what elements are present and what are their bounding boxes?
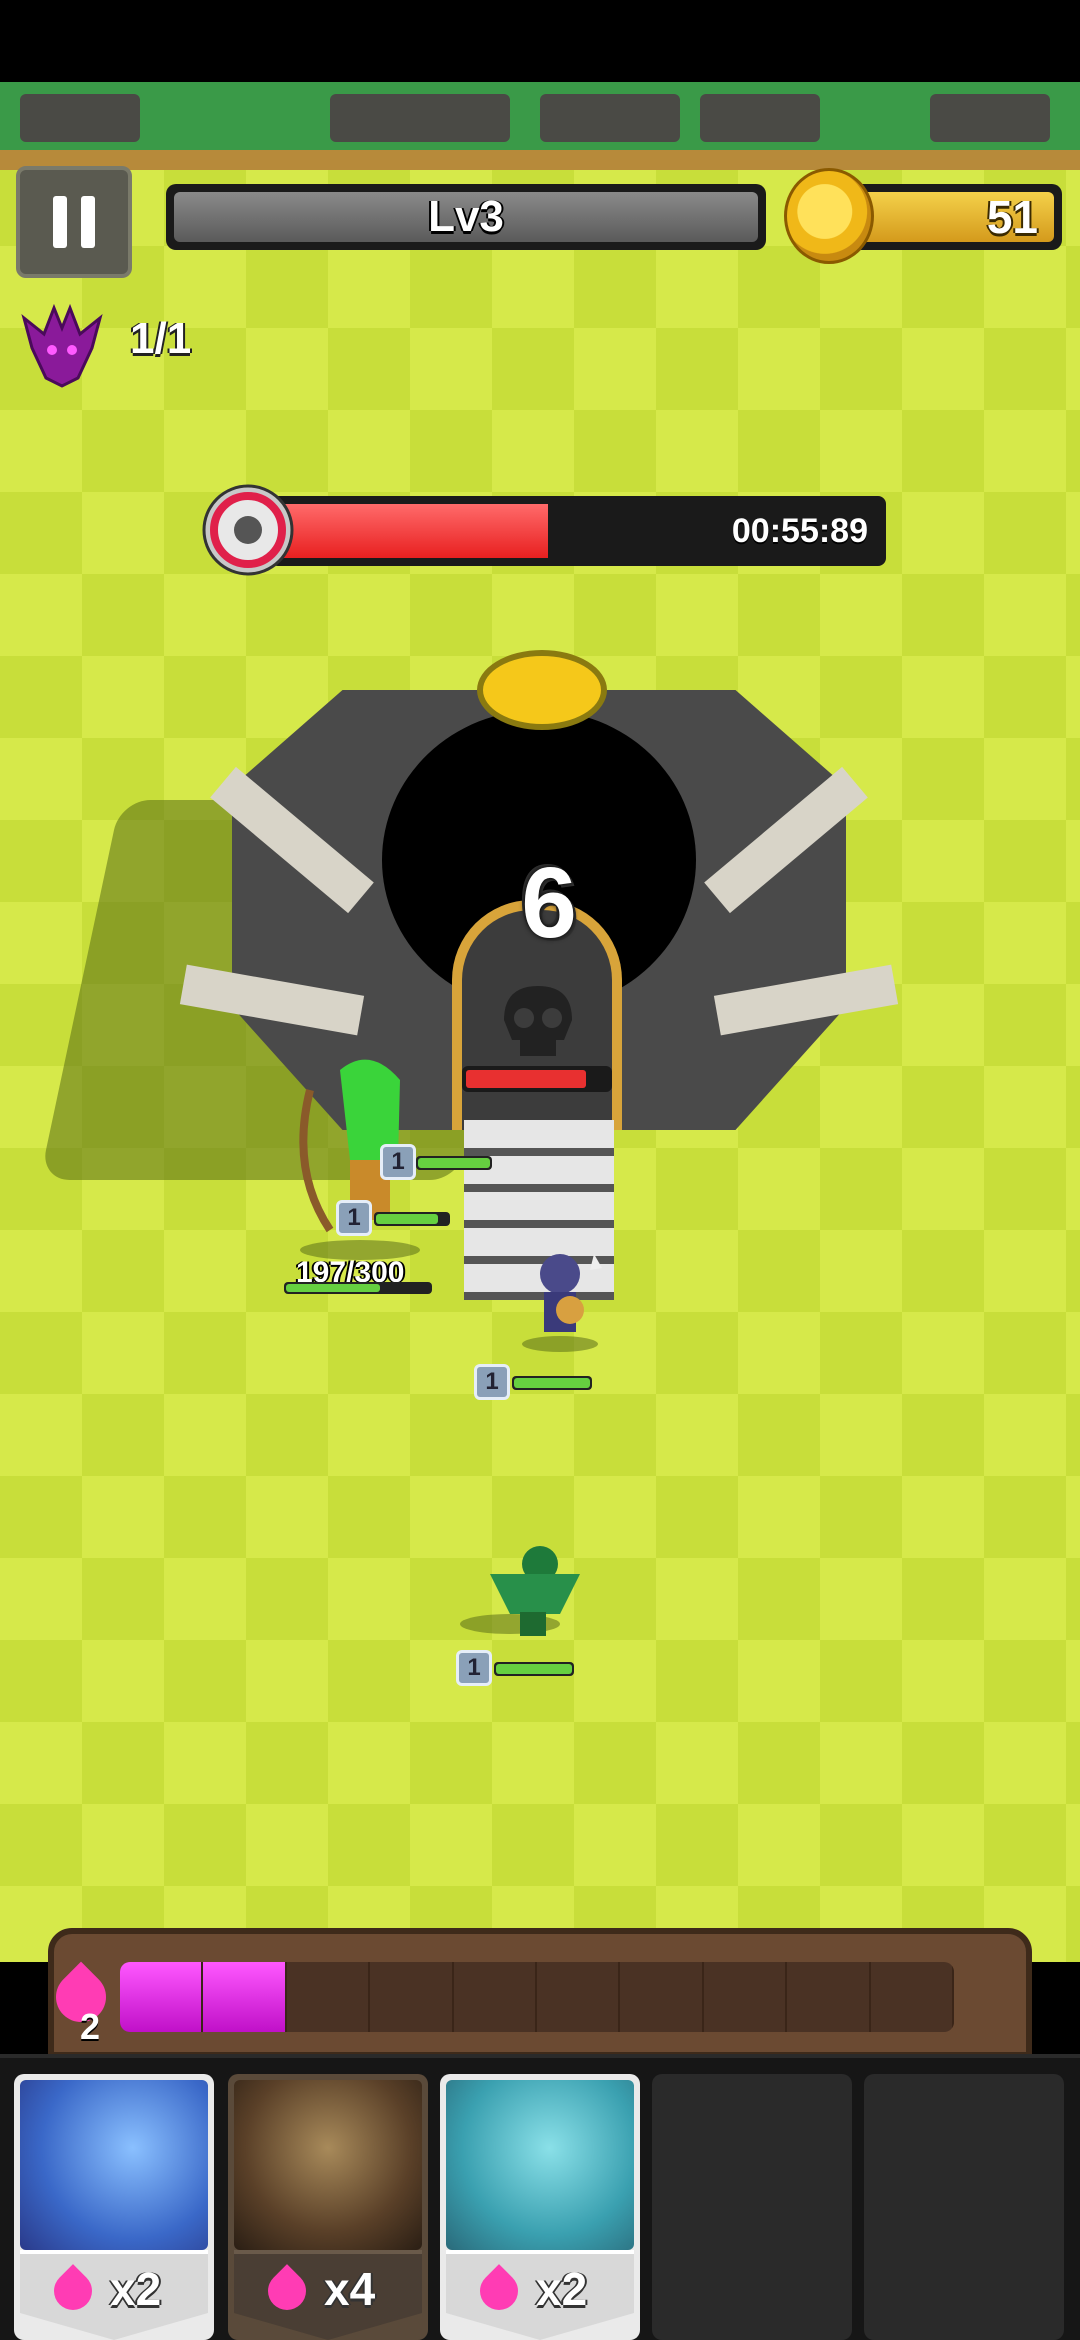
boss-timer-fill xyxy=(276,504,548,558)
unit-health-bar xyxy=(374,1212,450,1226)
ally-knight[interactable] xyxy=(510,1244,610,1354)
unit-card-bomb-tower[interactable]: x4 xyxy=(228,2074,428,2340)
unit-level-badge: 1 xyxy=(456,1650,492,1686)
mana-cell xyxy=(787,1962,871,2032)
top-rail xyxy=(0,150,1080,170)
mana-cell xyxy=(120,1962,204,2032)
tower-health-bar xyxy=(462,1066,612,1092)
unit-health-bar xyxy=(512,1376,592,1390)
unit-level-badge: 1 xyxy=(474,1364,510,1400)
empty-card-slot xyxy=(652,2074,852,2340)
game-screen: Lv3 51 1/1 00:55:89 6 1 1 197/300 1 1 2 … xyxy=(0,0,1080,2340)
pause-icon xyxy=(53,196,95,248)
mana-cell xyxy=(370,1962,454,2032)
card-cost: x2 xyxy=(110,2263,162,2315)
mana-count: 2 xyxy=(80,2006,101,2047)
empty-card-slot xyxy=(864,2074,1064,2340)
skull-icon xyxy=(504,986,572,1056)
dragon-icon xyxy=(21,303,103,388)
unit-card-blue-goblin[interactable]: x2 xyxy=(14,2074,214,2340)
bomb-tower-portrait xyxy=(234,2080,422,2250)
hero-hp-bar xyxy=(284,1282,432,1294)
boss-timer-text: 00:55:89 xyxy=(731,512,868,550)
mana-cell xyxy=(704,1962,788,2032)
unit-health-bar xyxy=(416,1156,492,1170)
mana-cell xyxy=(287,1962,371,2032)
teal-goblin-portrait xyxy=(446,2080,634,2250)
status-bar xyxy=(0,0,1080,82)
mana-cell xyxy=(203,1962,287,2032)
level-progress-bar: Lv3 xyxy=(166,184,766,250)
ally-goblin[interactable] xyxy=(440,1534,600,1644)
bomb-fuse xyxy=(477,650,607,730)
card-cost: x4 xyxy=(324,2263,376,2315)
coin-icon xyxy=(784,168,874,264)
blue-goblin-portrait xyxy=(20,2080,208,2250)
saw-gear-icon xyxy=(202,484,294,576)
card-cost: x2 xyxy=(536,2263,588,2315)
mana-panel xyxy=(48,1928,1032,2058)
unit-level-badge: 1 xyxy=(380,1144,416,1180)
top-wall xyxy=(0,82,1080,160)
unit-level-badge: 1 xyxy=(336,1200,372,1236)
mana-bar xyxy=(120,1962,954,2032)
unit-health-bar xyxy=(494,1662,574,1676)
level-label: Lv3 xyxy=(428,192,504,241)
mana-cell xyxy=(454,1962,538,2032)
wave-counter: 1/1 xyxy=(130,314,192,363)
boss-timer-bar: 00:55:89 xyxy=(270,496,886,566)
tower-spawn-count: 6 xyxy=(521,847,577,959)
unit-card-teal-goblin[interactable]: x2 xyxy=(440,2074,640,2340)
mana-cell xyxy=(871,1962,954,2032)
pause-button[interactable] xyxy=(16,166,132,278)
mana-cell xyxy=(537,1962,621,2032)
coin-value: 51 xyxy=(986,191,1038,243)
mana-cell xyxy=(620,1962,704,2032)
